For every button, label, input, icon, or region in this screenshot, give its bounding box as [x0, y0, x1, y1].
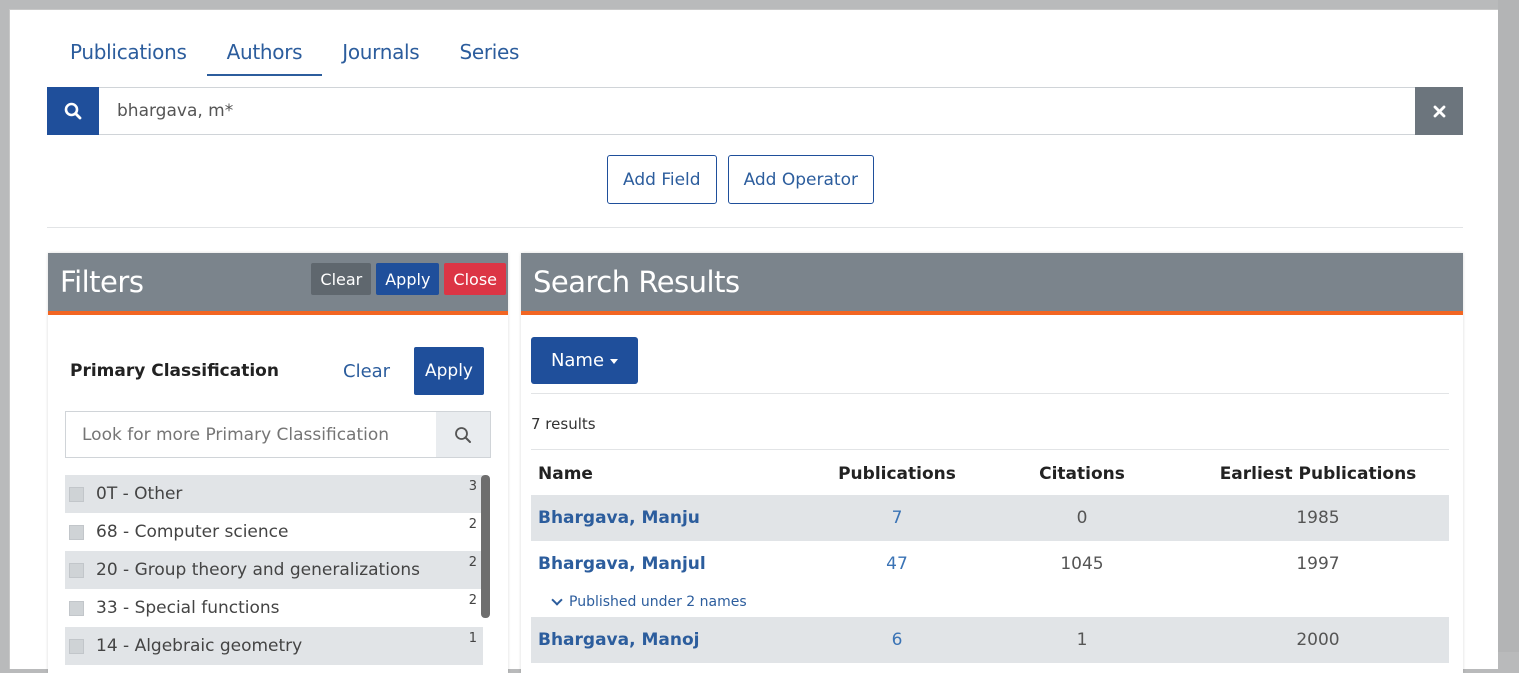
search-bar — [47, 87, 1463, 135]
citations-value: 1 — [1076, 630, 1088, 650]
sort-label: Name — [550, 350, 605, 371]
filters-actions: Clear Apply Close — [311, 263, 506, 295]
classification-list: 0T - Other 3 68 - Computer science 2 20 … — [65, 475, 483, 665]
classification-count: 1 — [468, 631, 477, 646]
classification-label: 68 - Computer science — [96, 522, 289, 542]
alias-label: Published under 2 names — [569, 594, 747, 610]
clear-search-button[interactable] — [1415, 87, 1463, 135]
checkbox[interactable] — [69, 600, 84, 616]
table-row: Bhargava, Manju 7 0 1985 — [531, 495, 1449, 541]
classification-search-button[interactable] — [436, 412, 490, 457]
citations-value: 0 — [1076, 508, 1088, 528]
header-name[interactable]: Name — [531, 464, 817, 484]
classification-search-input[interactable] — [66, 412, 436, 457]
divider — [531, 449, 1449, 450]
header-publications[interactable]: Publications — [817, 464, 977, 484]
results-panel: Search Results Name 7 results Name Publi… — [521, 253, 1463, 673]
citations-value: 1045 — [1060, 554, 1104, 574]
primary-classification-title: Primary Classification — [70, 361, 279, 381]
table-row: Bhargava, Manjul 47 1045 1997 — [531, 541, 1449, 587]
earliest-value: 1997 — [1296, 554, 1340, 574]
classification-scrollbar[interactable] — [481, 475, 490, 618]
list-item[interactable]: 20 - Group theory and generalizations 2 — [65, 551, 483, 589]
primary-classification-apply[interactable]: Apply — [414, 347, 484, 395]
filters-apply-button[interactable]: Apply — [376, 263, 440, 295]
filters-clear-button[interactable]: Clear — [311, 263, 372, 295]
filters-close-button[interactable]: Close — [444, 263, 506, 295]
publications-link[interactable]: 7 — [817, 508, 977, 528]
list-item[interactable]: 33 - Special functions 2 — [65, 589, 483, 627]
search-tabs: Publications Authors Journals Series — [50, 30, 539, 76]
classification-count: 2 — [468, 517, 477, 532]
results-table: Name Publications Citations Earliest Pub… — [531, 453, 1449, 663]
classification-label: 33 - Special functions — [96, 598, 280, 618]
filters-panel: Filters Clear Apply Close Primary Classi… — [48, 253, 508, 673]
checkbox[interactable] — [69, 562, 84, 578]
filters-title: Filters — [60, 265, 144, 299]
close-icon — [1433, 105, 1445, 117]
publications-link[interactable]: 6 — [817, 630, 977, 650]
classification-count: 3 — [468, 479, 477, 494]
table-row: Bhargava, Manoj 6 1 2000 — [531, 617, 1449, 663]
search-icon — [64, 102, 82, 120]
earliest-value: 1985 — [1296, 508, 1340, 528]
tab-authors[interactable]: Authors — [206, 30, 323, 76]
search-input[interactable] — [99, 88, 1415, 134]
add-operator-button[interactable]: Add Operator — [727, 155, 874, 204]
classification-count: 2 — [468, 593, 477, 608]
classification-label: 0T - Other — [96, 484, 183, 504]
table-header: Name Publications Citations Earliest Pub… — [531, 453, 1449, 495]
alias-toggle[interactable]: Published under 2 names — [531, 587, 1449, 617]
tab-publications[interactable]: Publications — [50, 30, 207, 76]
tab-series[interactable]: Series — [439, 30, 539, 76]
publications-link[interactable]: 47 — [817, 554, 977, 574]
checkbox[interactable] — [69, 486, 84, 502]
classification-label: 14 - Algebraic geometry — [96, 636, 303, 656]
filters-header: Filters Clear Apply Close — [48, 253, 508, 315]
primary-classification-header: Primary Classification Clear Apply — [70, 347, 488, 395]
add-field-button[interactable]: Add Field — [607, 155, 717, 204]
author-link[interactable]: Bhargava, Manju — [531, 508, 817, 528]
search-button[interactable] — [47, 87, 99, 135]
results-header: Search Results — [521, 253, 1463, 315]
results-title: Search Results — [533, 265, 740, 299]
author-link[interactable]: Bhargava, Manjul — [531, 554, 817, 574]
header-citations[interactable]: Citations — [977, 464, 1187, 484]
author-link[interactable]: Bhargava, Manoj — [531, 630, 817, 650]
window-edge — [1498, 0, 1519, 652]
checkbox[interactable] — [69, 524, 84, 540]
chevron-down-icon — [551, 593, 563, 606]
tab-journals[interactable]: Journals — [322, 30, 439, 76]
search-icon — [455, 426, 471, 443]
classification-count: 2 — [468, 555, 477, 570]
primary-classification-clear[interactable]: Clear — [343, 361, 414, 382]
results-count: 7 results — [531, 415, 596, 433]
list-item[interactable]: 14 - Algebraic geometry 1 — [65, 627, 483, 665]
classification-search — [65, 411, 491, 458]
query-builder-buttons: Add Field Add Operator — [607, 155, 874, 204]
caret-down-icon — [610, 359, 619, 364]
classification-label: 20 - Group theory and generalizations — [96, 560, 420, 580]
sort-dropdown[interactable]: Name — [531, 337, 638, 384]
list-item[interactable]: 68 - Computer science 2 — [65, 513, 483, 551]
checkbox[interactable] — [69, 638, 84, 654]
divider — [47, 227, 1463, 228]
page-frame: Publications Authors Journals Series Add… — [9, 9, 1498, 673]
earliest-value: 2000 — [1296, 630, 1340, 650]
divider — [531, 393, 1449, 394]
header-earliest[interactable]: Earliest Publications — [1187, 464, 1449, 484]
list-item[interactable]: 0T - Other 3 — [65, 475, 483, 513]
